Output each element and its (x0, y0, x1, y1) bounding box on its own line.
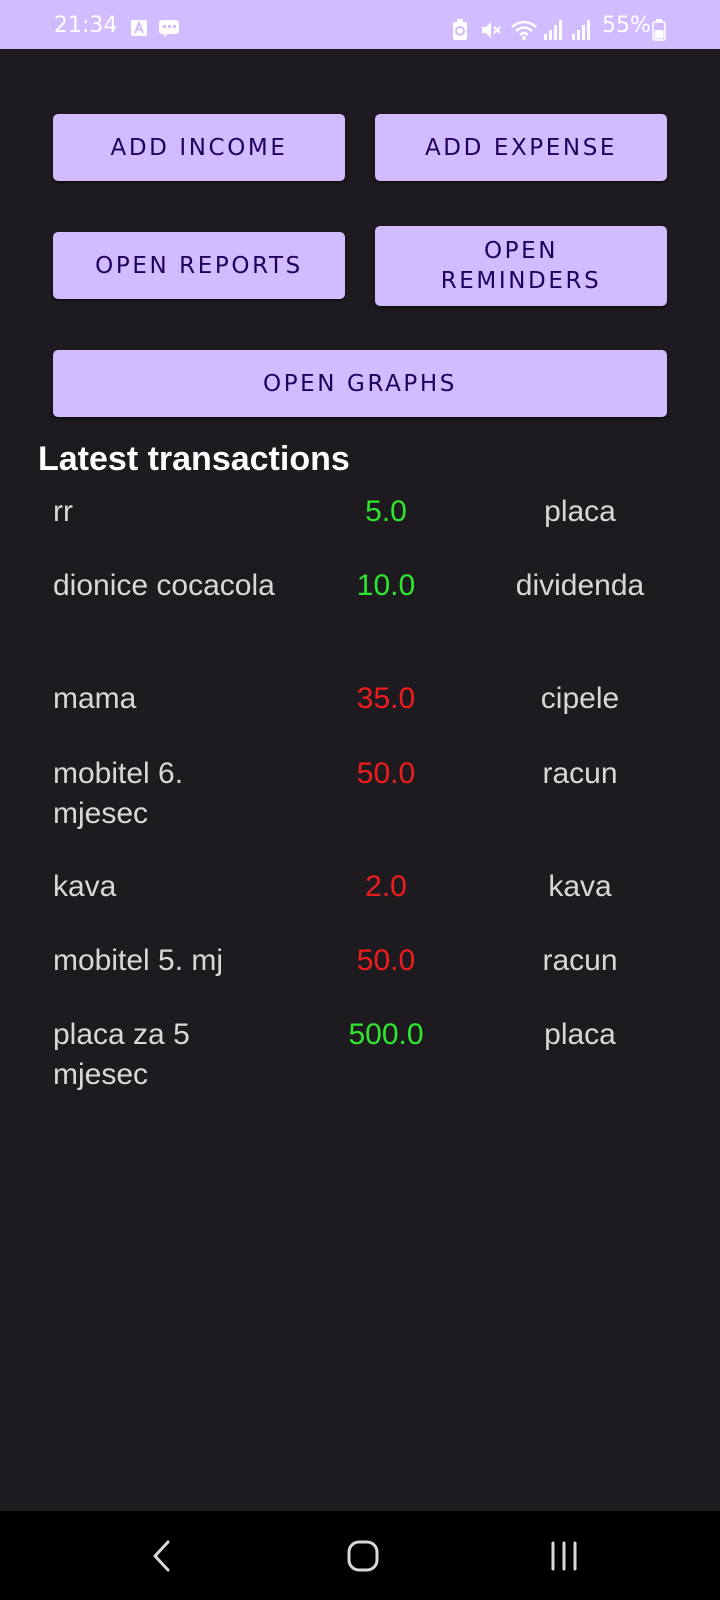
mute-icon (482, 22, 501, 38)
transaction-name: mobitel 6. mjesec (53, 757, 184, 830)
transaction-category: kava (548, 870, 612, 903)
latest-transactions-title: Latest transactions (38, 440, 350, 478)
signal-icon (544, 20, 562, 40)
back-icon (153, 1540, 170, 1572)
open-graphs-button[interactable]: OPEN GRAPHS (53, 350, 667, 417)
transaction-name: rr (53, 495, 73, 528)
transaction-name: mobitel 5. mj (53, 944, 224, 977)
add-income-button[interactable]: ADD INCOME (53, 114, 345, 181)
battery-saver-icon (453, 19, 467, 40)
add-expense-button[interactable]: ADD EXPENSE (375, 114, 667, 181)
recents-icon (551, 1541, 577, 1571)
transaction-amount: 50.0 (356, 757, 416, 790)
transaction-category: racun (542, 944, 618, 977)
auto-a-icon (131, 20, 147, 36)
transaction-name: placa za 5 mjesec (53, 1018, 190, 1091)
transaction-name: mama (53, 682, 137, 715)
open-reminders-button[interactable]: OPEN REMINDERS (375, 226, 667, 306)
status-bar: 21:34 55% (0, 0, 720, 49)
chat-icon (159, 20, 179, 37)
status-time: 21:34 (54, 13, 118, 38)
transaction-name: kava (53, 870, 117, 903)
open-reports-button[interactable]: OPEN REPORTS (53, 232, 345, 299)
signal-2-icon (572, 20, 590, 40)
back-button[interactable] (132, 1531, 192, 1581)
app-body: ADD INCOME ADD EXPENSE OPEN REPORTS OPEN… (0, 49, 720, 1511)
transaction-category: placa (544, 495, 616, 528)
navigation-bar (0, 1511, 720, 1600)
transaction-amount: 10.0 (356, 569, 416, 602)
home-icon (347, 1540, 379, 1572)
transaction-amount: 2.0 (365, 870, 407, 903)
transaction-amount: 500.0 (348, 1018, 424, 1051)
transaction-category: dividenda (515, 569, 645, 602)
transaction-category: racun (542, 757, 618, 790)
battery-percentage: 55% (602, 13, 651, 38)
wifi-icon (511, 20, 537, 40)
transaction-amount: 50.0 (356, 944, 416, 977)
transaction-amount: 5.0 (365, 495, 407, 528)
battery-icon (652, 19, 666, 41)
transaction-category: placa (544, 1018, 616, 1051)
transaction-name: dionice cocacola (53, 569, 275, 602)
transaction-amount: 35.0 (356, 682, 416, 715)
transaction-category: cipele (540, 682, 620, 715)
home-button[interactable] (333, 1531, 393, 1581)
recents-button[interactable] (534, 1531, 594, 1581)
